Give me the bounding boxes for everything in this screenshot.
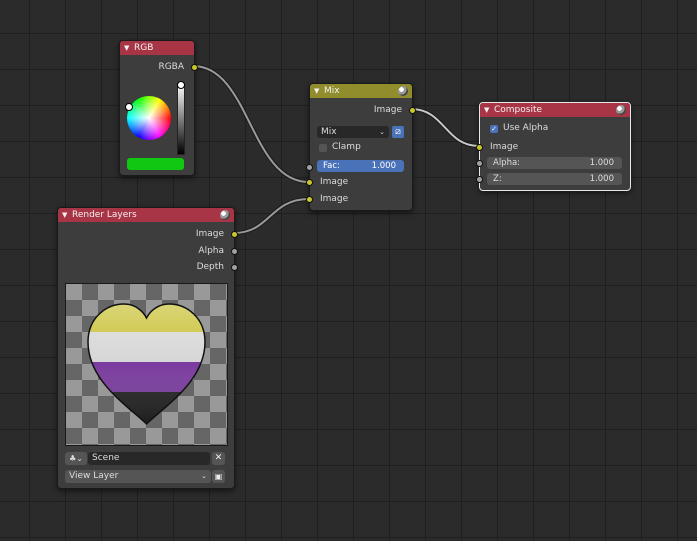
alpha-value: 1.000 — [589, 158, 614, 168]
mix-node-title: Mix — [324, 86, 340, 96]
composite-image-label: Image — [490, 142, 519, 152]
z-label: Z: — [493, 174, 502, 184]
mix-input-2-label: Image — [320, 194, 349, 204]
fac-field[interactable]: Fac: 1.000 — [317, 160, 404, 172]
mix-node[interactable]: ▼ Mix Image Mix ⌄ ⧄ Clamp Fac: 1.000 Ima… — [306, 83, 416, 211]
preview-sphere-icon[interactable] — [398, 86, 408, 96]
use-alpha-checkbox[interactable]: ✓ — [490, 125, 498, 133]
rgba-output-row: RGBA — [120, 60, 198, 74]
alpha-field[interactable]: Alpha: 1.000 — [487, 157, 622, 169]
depth-output-row: Depth — [58, 260, 238, 274]
link-rgb-to-mix — [192, 64, 310, 184]
clamp-checkbox[interactable] — [319, 144, 327, 152]
composite-node-header[interactable]: ▼ Composite — [480, 103, 630, 117]
mix-output-row: Image — [310, 103, 416, 117]
z-value: 1.000 — [589, 174, 614, 184]
value-slider[interactable] — [177, 83, 185, 155]
use-alpha-label: Use Alpha — [503, 123, 549, 133]
heart-image — [87, 303, 206, 426]
alpha-output-socket[interactable] — [231, 248, 238, 255]
render-layers-node-header[interactable]: ▼ Render Layers — [58, 208, 234, 222]
scene-field[interactable]: Scene — [88, 452, 210, 465]
render-preview — [65, 283, 228, 446]
color-wheel-cursor[interactable] — [125, 103, 133, 111]
mix-output-socket[interactable] — [409, 107, 416, 114]
mix-node-header[interactable]: ▼ Mix — [310, 84, 412, 98]
rgb-color-swatch[interactable] — [127, 158, 184, 170]
rgb-node-header[interactable]: ▼ RGB — [120, 41, 194, 55]
fac-input-socket[interactable] — [306, 164, 313, 171]
image-output-label: Image — [195, 229, 224, 239]
chevron-down-icon: ⌄ — [201, 472, 207, 480]
depth-output-label: Depth — [196, 262, 224, 272]
alpha-input-socket[interactable] — [476, 160, 483, 167]
render-layers-node-title: Render Layers — [72, 210, 137, 220]
rgba-output-socket[interactable] — [191, 64, 198, 71]
scene-value: Scene — [92, 453, 120, 463]
render-layers-node[interactable]: ▼ Render Layers Image Alpha Depth ♣⌄ Sce… — [57, 207, 238, 489]
fac-label: Fac: — [323, 161, 340, 171]
composite-image-socket[interactable] — [476, 144, 483, 151]
fac-value: 1.000 — [371, 161, 396, 171]
z-input-socket[interactable] — [476, 176, 483, 183]
blend-mode-value: Mix — [321, 127, 337, 137]
value-slider-handle[interactable] — [177, 81, 185, 89]
use-alpha-toggle-icon[interactable]: ⧄ — [392, 126, 404, 138]
collapse-triangle-icon[interactable]: ▼ — [484, 103, 489, 117]
collapse-triangle-icon[interactable]: ▼ — [314, 84, 319, 98]
link-render-to-mix — [233, 197, 310, 235]
render-layer-icon[interactable]: ▣ — [212, 470, 225, 483]
image-output-socket[interactable] — [231, 231, 238, 238]
rgb-node-title: RGB — [134, 43, 154, 53]
mix-output-label: Image — [373, 105, 402, 115]
link-mix-to-composite — [410, 107, 480, 148]
mix-input-1-socket[interactable] — [306, 179, 313, 186]
preview-sphere-icon[interactable] — [220, 210, 230, 220]
collapse-triangle-icon[interactable]: ▼ — [62, 208, 67, 222]
view-layer-value: View Layer — [69, 471, 119, 481]
rgba-output-label: RGBA — [158, 62, 184, 72]
alpha-output-label: Alpha — [198, 246, 224, 256]
composite-image-row: Image — [476, 140, 630, 154]
chevron-down-icon: ⌄ — [379, 128, 385, 136]
color-wheel[interactable] — [127, 96, 171, 140]
blend-mode-dropdown[interactable]: Mix ⌄ — [317, 126, 389, 138]
preview-sphere-icon[interactable] — [616, 105, 626, 115]
collapse-triangle-icon[interactable]: ▼ — [124, 41, 129, 55]
mix-input-1-row: Image — [306, 175, 412, 189]
mix-input-1-label: Image — [320, 177, 349, 187]
clear-scene-button[interactable]: ✕ — [212, 452, 225, 465]
rgb-node[interactable]: ▼ RGB RGBA — [119, 40, 198, 176]
composite-node-title: Composite — [494, 105, 543, 115]
alpha-label: Alpha: — [493, 158, 521, 168]
alpha-output-row: Alpha — [58, 244, 238, 258]
mix-input-2-row: Image — [306, 192, 412, 206]
view-layer-dropdown[interactable]: View Layer ⌄ — [65, 470, 211, 483]
image-output-row: Image — [58, 227, 238, 241]
z-field[interactable]: Z: 1.000 — [487, 173, 622, 185]
composite-node[interactable]: ▼ Composite ✓ Use Alpha Image Alpha: 1.0… — [476, 102, 631, 191]
clamp-label: Clamp — [332, 142, 361, 152]
mix-input-2-socket[interactable] — [306, 196, 313, 203]
scene-browse-icon[interactable]: ♣⌄ — [65, 452, 87, 465]
depth-output-socket[interactable] — [231, 264, 238, 271]
